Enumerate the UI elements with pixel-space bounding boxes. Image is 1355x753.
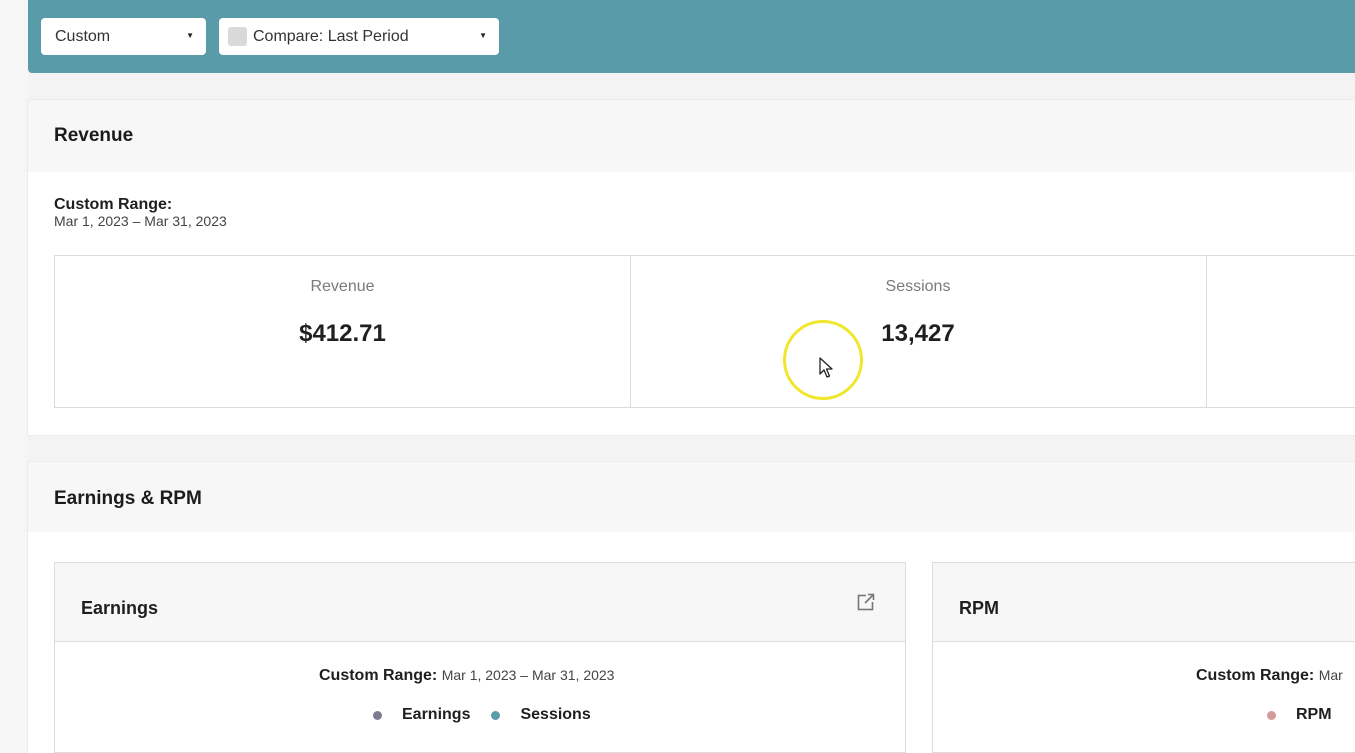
legend-label: RPM <box>1296 706 1332 723</box>
rpm-card: RPM Custom Range: Mar RPM <box>932 562 1355 753</box>
metric-next <box>1206 256 1355 407</box>
revenue-range-dates: Mar 1, 2023 – Mar 31, 2023 <box>54 213 227 229</box>
earnings-rpm-header: Earnings & RPM <box>28 462 1355 532</box>
metric-label: Sessions <box>885 278 951 295</box>
caret-down-icon: ▼ <box>186 31 194 40</box>
rpm-range: Custom Range: Mar <box>1196 667 1343 685</box>
revenue-card: Revenue Custom Range: Mar 1, 2023 – Mar … <box>28 100 1355 435</box>
legend-label: Sessions <box>520 706 591 723</box>
revenue-card-header: Revenue <box>28 100 1355 172</box>
revenue-range-label: Custom Range: <box>54 196 173 213</box>
date-range-select-value: Custom <box>55 27 111 45</box>
left-gutter <box>0 0 28 753</box>
metric-label: Revenue <box>310 278 375 295</box>
external-link-icon[interactable] <box>857 593 875 611</box>
rpm-range-dates: Mar <box>1318 667 1343 683</box>
legend-dot <box>491 710 501 720</box>
rpm-range-label: Custom Range: <box>1196 667 1315 684</box>
earnings-range: Custom Range: Mar 1, 2023 – Mar 31, 2023 <box>319 667 614 685</box>
legend-dot <box>1267 710 1276 720</box>
earnings-legend: Earnings Sessions <box>373 706 612 724</box>
legend-item-sessions[interactable]: Sessions <box>491 706 591 724</box>
metric-value: $412.71 <box>299 320 386 347</box>
revenue-title: Revenue <box>54 125 134 146</box>
legend-label: Earnings <box>402 706 471 723</box>
earnings-rpm-title: Earnings & RPM <box>54 488 202 509</box>
earnings-card-title: Earnings <box>81 598 159 618</box>
rpm-legend: RPM <box>1267 706 1353 724</box>
compare-checkbox[interactable] <box>228 27 247 46</box>
legend-item-rpm[interactable]: RPM <box>1267 706 1332 724</box>
earnings-range-dates: Mar 1, 2023 – Mar 31, 2023 <box>441 667 615 683</box>
date-range-select[interactable]: Custom ▼ <box>41 18 206 55</box>
metric-revenue: Revenue $412.71 <box>55 256 631 407</box>
earnings-rpm-section: Earnings & RPM Earnings Custom Range: Ma… <box>28 462 1355 753</box>
legend-dot <box>373 710 382 720</box>
rpm-card-title: RPM <box>959 598 999 618</box>
caret-down-icon: ▼ <box>479 31 487 40</box>
metric-value: 13,427 <box>881 320 955 347</box>
compare-select[interactable]: Compare: Last Period ▼ <box>219 18 499 55</box>
earnings-range-label: Custom Range: <box>319 667 438 684</box>
rpm-card-header: RPM <box>933 563 1355 642</box>
metric-row: Revenue $412.71 Sessions 13,427 <box>54 255 1355 408</box>
metric-sessions: Sessions 13,427 <box>630 256 1207 407</box>
earnings-card: Earnings Custom Range: Mar 1, 2023 – Mar… <box>54 562 906 753</box>
legend-item-earnings[interactable]: Earnings <box>373 706 470 724</box>
compare-select-value: Compare: Last Period <box>253 27 409 45</box>
earnings-card-header: Earnings <box>55 563 905 642</box>
mouse-pointer-icon <box>819 357 833 378</box>
